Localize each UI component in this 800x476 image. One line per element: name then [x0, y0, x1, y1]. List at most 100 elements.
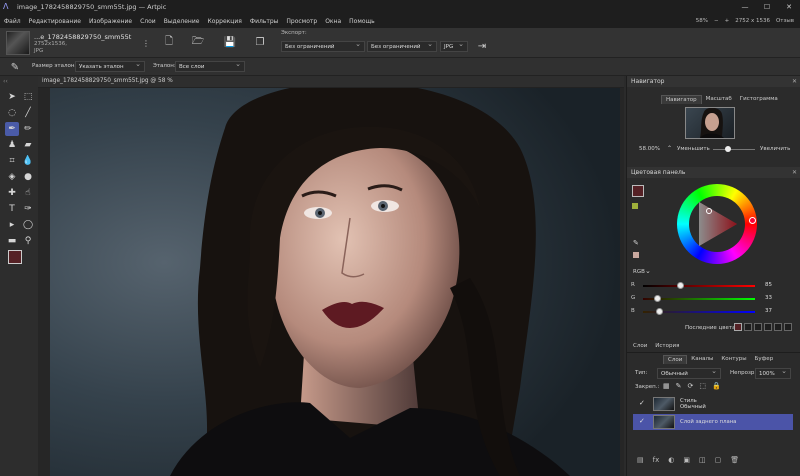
- sample-select[interactable]: Все слои: [175, 60, 245, 72]
- slider-g-value[interactable]: 33: [765, 295, 772, 301]
- navigator-zoom-track[interactable]: [713, 149, 755, 150]
- lock-artboard-icon[interactable]: ⬚: [699, 382, 706, 390]
- navigator-zoom-value[interactable]: 58.00%: [639, 146, 660, 152]
- slider-b[interactable]: B 37: [631, 308, 796, 316]
- navigator-zoom-knob[interactable]: [724, 146, 731, 152]
- layer-mask-icon[interactable]: ▣: [683, 456, 690, 464]
- minimize-button[interactable]: —: [734, 0, 756, 14]
- save-icon[interactable]: 💾: [222, 34, 238, 50]
- color-swap-icon[interactable]: [632, 203, 638, 209]
- arrow-icon[interactable]: ➤: [5, 90, 19, 104]
- hue-knob[interactable]: [749, 217, 756, 224]
- recent-color-4[interactable]: [764, 323, 772, 331]
- menu-select[interactable]: Выделение: [160, 18, 204, 25]
- layer-row-background[interactable]: ✓ Слой заднего плана: [633, 414, 793, 430]
- tab-buffer[interactable]: Буфер: [751, 355, 778, 364]
- tab-paths[interactable]: Контуры: [717, 355, 750, 364]
- slider-g-knob[interactable]: [654, 295, 662, 302]
- menu-adjust[interactable]: Коррекция: [203, 18, 245, 25]
- layer-visibility-icon[interactable]: ✓: [639, 399, 645, 407]
- navigator-zoom-stepper-icon[interactable]: ⌃: [667, 145, 672, 152]
- slider-r-track[interactable]: [643, 285, 755, 287]
- tab-histogram[interactable]: Гистограмма: [736, 95, 782, 104]
- slider-b-value[interactable]: 37: [765, 308, 772, 314]
- maximize-button[interactable]: ☐: [756, 0, 778, 14]
- lock-paint-icon[interactable]: ✎: [676, 382, 682, 390]
- export-size-2[interactable]: Без ограничений: [367, 40, 437, 52]
- tab-layers-top[interactable]: Слои: [629, 342, 651, 350]
- canvas-image[interactable]: [50, 88, 620, 476]
- export-icon[interactable]: ⇥: [474, 38, 490, 54]
- pen-icon[interactable]: ✑: [21, 202, 35, 216]
- path-select-icon[interactable]: ▸: [5, 218, 19, 232]
- dodge-icon[interactable]: ●: [21, 170, 35, 184]
- recent-color-2[interactable]: [744, 323, 752, 331]
- zoom-plus-icon[interactable]: +: [725, 18, 730, 24]
- close-button[interactable]: ✕: [778, 0, 800, 14]
- new-document-icon[interactable]: 🗋: [161, 34, 177, 50]
- navigator-close-icon[interactable]: ✕: [792, 76, 797, 87]
- color-fg-swatch[interactable]: [632, 185, 644, 197]
- eyedropper-icon[interactable]: ✒: [5, 122, 19, 136]
- feedback-link[interactable]: Отзыв: [776, 18, 794, 24]
- menu-layers[interactable]: Слои: [136, 18, 160, 25]
- tab-navigator[interactable]: Навигатор: [661, 95, 702, 104]
- export-format[interactable]: JPG: [440, 40, 468, 52]
- pencil-icon[interactable]: ✏: [21, 122, 35, 136]
- layer-visibility-icon[interactable]: ✓: [639, 417, 645, 425]
- crop-icon[interactable]: ⌗: [5, 154, 19, 168]
- open-folder-icon[interactable]: 🗁: [190, 34, 206, 50]
- slider-r-value[interactable]: 85: [765, 282, 772, 288]
- color-mode-chevron-icon[interactable]: ⌄: [645, 267, 651, 275]
- marquee-icon[interactable]: ⬚: [21, 90, 35, 104]
- brush-icon[interactable]: ╱: [21, 106, 35, 120]
- lock-transparency-icon[interactable]: ▦: [663, 382, 670, 390]
- recent-color-3[interactable]: [754, 323, 762, 331]
- ellipse-icon[interactable]: ◯: [21, 218, 35, 232]
- tab-channels[interactable]: Каналы: [687, 355, 717, 364]
- layer-new-group-icon[interactable]: ▢: [715, 456, 722, 464]
- lock-all-icon[interactable]: 🔒: [712, 382, 721, 390]
- canvas-tab-title[interactable]: image_1782458829750_smm55t.jpg @ 58 %: [42, 78, 173, 84]
- lasso-icon[interactable]: ◌: [5, 106, 19, 120]
- menu-file[interactable]: Файл: [0, 18, 25, 25]
- zoom-icon[interactable]: ⚲: [21, 234, 35, 248]
- menu-view[interactable]: Просмотр: [282, 18, 321, 25]
- layer-delete-icon[interactable]: 🗑: [730, 456, 739, 464]
- smudge-icon[interactable]: ☝: [21, 186, 35, 200]
- tab-scale[interactable]: Масштаб: [702, 95, 736, 104]
- bucket-icon[interactable]: ◈: [5, 170, 19, 184]
- export-size-1[interactable]: Без ограничений: [281, 40, 365, 52]
- layer-row-style[interactable]: ✓ Стиль Обычный: [633, 396, 793, 412]
- navigator-zoom-in[interactable]: Увеличить: [760, 146, 790, 152]
- more-icon[interactable]: ⋮: [142, 36, 150, 50]
- lock-move-icon[interactable]: ⟳: [688, 382, 694, 390]
- layer-fx-icon[interactable]: fx: [653, 456, 660, 464]
- eraser-icon[interactable]: ▰: [21, 138, 35, 152]
- zoom-minus-icon[interactable]: −: [714, 18, 719, 24]
- navigator-zoom-out[interactable]: Уменьшить: [677, 146, 710, 152]
- blend-type-select[interactable]: Обычный: [657, 367, 721, 379]
- slider-b-knob[interactable]: [656, 308, 664, 315]
- tab-history[interactable]: История: [651, 342, 683, 350]
- menu-window[interactable]: Окна: [321, 18, 345, 25]
- layer-group-icon[interactable]: ▤: [637, 456, 644, 464]
- slider-r-knob[interactable]: [677, 282, 685, 289]
- recent-color-5[interactable]: [774, 323, 782, 331]
- navigator-preview[interactable]: [685, 107, 735, 139]
- color-panel-close-icon[interactable]: ✕: [792, 167, 797, 178]
- layer-new-icon[interactable]: ◫: [699, 456, 706, 464]
- foreground-color-swatch[interactable]: [8, 250, 22, 264]
- color-mode[interactable]: RGB: [633, 269, 645, 275]
- document-thumbnail[interactable]: [6, 31, 30, 55]
- color-triangle[interactable]: [689, 196, 745, 252]
- hand-icon[interactable]: ▬: [5, 234, 19, 248]
- color-eyedropper-icon[interactable]: ✎: [633, 239, 639, 247]
- sample-size-select[interactable]: Указать эталон: [75, 60, 145, 72]
- save-as-icon[interactable]: ❐: [252, 34, 268, 50]
- slider-r[interactable]: R 85: [631, 282, 796, 290]
- recent-color-6[interactable]: [784, 323, 792, 331]
- slider-g[interactable]: G 33: [631, 295, 796, 303]
- text-icon[interactable]: T: [5, 202, 19, 216]
- opacity-select[interactable]: 100%: [755, 367, 791, 379]
